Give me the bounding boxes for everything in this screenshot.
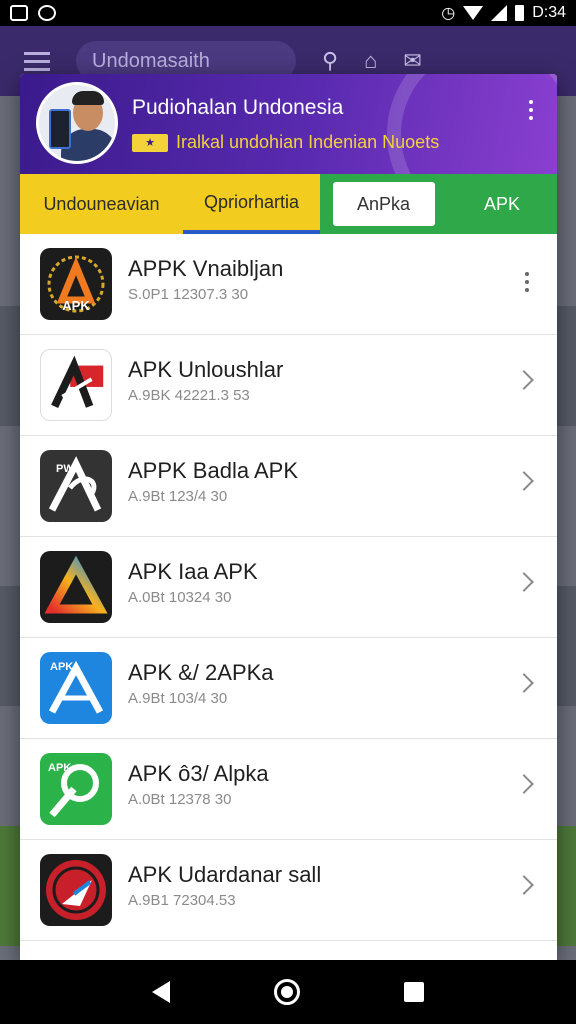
back-icon[interactable] [152, 981, 170, 1003]
chat-notification-icon [38, 5, 56, 21]
dialog-subtitle: ★ Iralkal undohian Indenian Nuoets [132, 132, 439, 153]
list-item[interactable]: APK APK ô3/ Alpka A.0Bt 12378 30 [20, 739, 557, 840]
apk-blue-a-icon: APK [40, 652, 112, 724]
signal-icon [491, 5, 508, 21]
recent-apps-icon[interactable] [404, 982, 424, 1002]
app-meta: A.9BK 42221.3 53 [128, 387, 250, 404]
apk-green-a-icon: APK [40, 753, 112, 825]
dialog-title: Pudiohalan Undonesia [132, 96, 344, 119]
app-meta: A.9Bt 123/4 30 [128, 488, 228, 505]
gallery-notification-icon [10, 5, 28, 21]
list-item[interactable]: APK Iaa APK A.0Bt 10324 30 [20, 537, 557, 638]
tab-qpriorhartia[interactable]: Qpriorhartia [183, 174, 320, 234]
mail-icon: ✉ [403, 48, 422, 73]
tab-anpka[interactable]: AnPka [332, 182, 435, 226]
dialog-subtitle-text: Iralkal undohian Indenian Nuoets [176, 132, 440, 152]
search-icon: ⚲ [322, 48, 339, 73]
app-title: APK Iaa APK [128, 559, 258, 584]
app-title: APK ô3/ Alpka [128, 761, 269, 786]
phone-icon [49, 109, 71, 149]
app-meta: A.0Bt 10324 30 [128, 589, 232, 606]
svg-text:APK: APK [62, 298, 90, 313]
app-meta: A.9Bt 103/4 30 [128, 690, 228, 707]
app-meta: A.0Bt 12378 30 [128, 791, 232, 808]
tab-undouneavian[interactable]: Undouneavian [20, 174, 183, 234]
svg-text:APK: APK [48, 762, 71, 774]
list-item[interactable]: APK APPK Vnaibljan S.0P1 12307.3 30 [20, 234, 557, 335]
app-meta: S.0P1 12307.3 30 [128, 286, 249, 303]
apk-red-a-icon [40, 349, 112, 421]
list-item[interactable]: APK Unloushlar A.9BK 42221.3 53 [20, 335, 557, 436]
menu-icon [24, 51, 50, 71]
chevron-right-icon[interactable] [514, 774, 534, 794]
battery-icon [515, 5, 525, 21]
app-list-dialog: Pudiohalan Undonesia ★ Iralkal undohian … [20, 74, 557, 960]
status-time: D:34 [532, 4, 566, 21]
app-title: APPK Badla APK [128, 458, 298, 483]
svg-text:PWD: PWD [56, 463, 82, 475]
app-title: APK Unloushlar [128, 357, 284, 382]
app-title: APK &/ 2APKa [128, 660, 274, 685]
wifi-icon [463, 6, 484, 20]
app-meta: A.9B1 72304.53 [128, 892, 236, 909]
navigation-bar [0, 960, 576, 1024]
item-overflow-icon[interactable] [525, 272, 529, 292]
home-button-icon[interactable] [274, 979, 300, 1005]
flag-badge-icon: ★ [132, 133, 168, 152]
chevron-right-icon[interactable] [514, 875, 534, 895]
home-icon: ⌂ [364, 48, 378, 73]
chevron-right-icon[interactable] [514, 673, 534, 693]
overflow-menu-icon[interactable] [529, 100, 533, 120]
list-item[interactable]: APK Udardanar sall A.9B1 72304.53 [20, 840, 557, 941]
apk-gradient-a-icon [40, 551, 112, 623]
apk-laurel-icon: APK [40, 248, 112, 320]
chevron-right-icon[interactable] [514, 471, 534, 491]
chevron-right-icon[interactable] [514, 370, 534, 390]
tab-bar: Undouneavian Qpriorhartia AnPka APK [20, 174, 557, 234]
app-title: APPK Vnaibljan [128, 256, 284, 281]
apk-white-a-icon: PWD [40, 450, 112, 522]
list-item[interactable]: APK APK &/ 2APKa A.9Bt 103/4 30 [20, 638, 557, 739]
chevron-right-icon[interactable] [514, 572, 534, 592]
svg-text:APK: APK [50, 661, 73, 673]
alarm-icon: ◷ [441, 5, 456, 22]
status-bar: ◷ D:34 [0, 0, 576, 26]
app-title: APK Udardanar sall [128, 862, 322, 887]
dialog-header: Pudiohalan Undonesia ★ Iralkal undohian … [20, 74, 557, 174]
apk-red-badge-icon [40, 854, 112, 926]
avatar [36, 82, 118, 164]
list-item[interactable]: PWD APPK Badla APK A.9Bt 123/4 30 [20, 436, 557, 537]
tab-apk[interactable]: APK [447, 174, 557, 234]
app-list: APK APPK Vnaibljan S.0P1 12307.3 30 APK … [20, 234, 557, 941]
